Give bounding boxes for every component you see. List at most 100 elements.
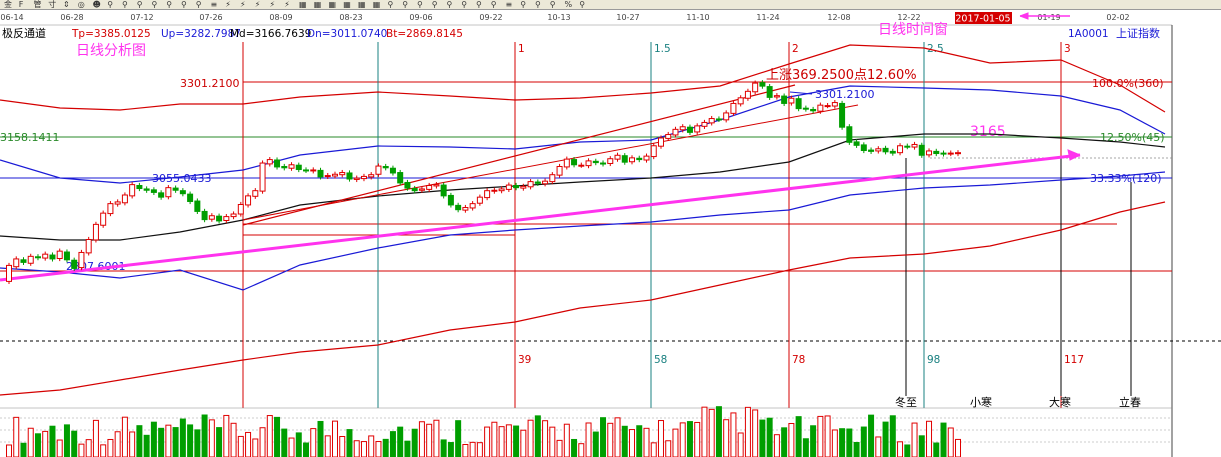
solar-term-label: 立春	[1119, 395, 1141, 409]
candle-body	[136, 185, 143, 190]
volume-bar	[788, 422, 795, 457]
candle-body	[831, 102, 838, 107]
volume-bar	[491, 421, 498, 457]
volume-bar	[382, 438, 389, 457]
candle-body	[418, 188, 425, 191]
candle-body	[513, 185, 520, 189]
volume-bar	[288, 437, 295, 457]
candle-body	[860, 144, 867, 152]
candle-body	[781, 95, 788, 104]
candle-body	[216, 215, 223, 222]
volume-bar	[274, 416, 281, 457]
candle-body	[918, 144, 925, 156]
candle-body	[230, 213, 237, 218]
date-axis-tick: 01-19	[1037, 13, 1060, 22]
volume-bar	[252, 438, 259, 457]
volume-bar	[63, 424, 70, 457]
level-3158-label: 3158.1411	[0, 131, 60, 144]
candle-body	[491, 189, 498, 192]
candle-body	[237, 204, 244, 215]
time-window-bottom-label: 117	[1064, 354, 1084, 366]
volume-bar	[324, 435, 331, 457]
header-tp: Tp=3385.0125	[71, 28, 151, 40]
time-window-bottom-label: 58	[654, 354, 667, 366]
volume-bar	[882, 421, 889, 457]
candle-body	[42, 253, 49, 259]
candle-body	[252, 190, 259, 197]
volume-bar	[592, 431, 599, 457]
time-window-top-label: 1	[518, 43, 525, 55]
volume-bar	[918, 435, 925, 457]
candle-body	[665, 134, 672, 139]
candle-body	[614, 154, 621, 160]
volume-bar	[933, 442, 940, 457]
candle-body	[121, 194, 128, 204]
date-axis-tick: 11-10	[686, 13, 709, 22]
candle-body	[498, 188, 505, 192]
level-3301-label: 3301.2100	[180, 77, 240, 90]
volume-bar	[418, 421, 425, 457]
candle-body	[411, 188, 418, 192]
volume-bar	[955, 438, 961, 457]
volume-bar	[92, 419, 99, 457]
candle-body	[353, 177, 360, 180]
volume-bar	[230, 422, 237, 457]
date-axis-tick: 12-08	[827, 13, 850, 22]
volume-bar	[810, 425, 817, 457]
volume-bar	[897, 441, 904, 457]
time-window-bottom-label: 98	[927, 354, 940, 366]
candle-body	[404, 181, 411, 189]
volume-bar	[600, 417, 607, 457]
volume-bar	[947, 427, 954, 457]
band-top-red	[0, 44, 1166, 113]
candle-body	[542, 180, 549, 185]
date-axis-tick: 07-26	[199, 13, 222, 22]
candle-body	[274, 159, 281, 168]
volume-bar	[447, 442, 454, 457]
candle-body	[563, 158, 570, 168]
candle-body	[368, 174, 375, 178]
volume-bar	[317, 420, 324, 457]
date-axis-tick: 09-06	[409, 13, 432, 22]
volume-bar	[904, 444, 911, 457]
candle-body	[824, 105, 831, 108]
candle-body	[520, 185, 527, 189]
candle-body	[527, 181, 534, 188]
candle-body	[802, 107, 809, 110]
date-axis-tick: 02-02	[1106, 13, 1129, 22]
volume-bar	[165, 424, 172, 457]
candle-body	[150, 189, 157, 193]
candle-body	[92, 223, 99, 241]
candle-body	[266, 159, 273, 165]
volume-bar	[346, 429, 353, 457]
volume-bar	[121, 416, 128, 457]
candle-body	[455, 204, 462, 211]
indicator-name: 极反通道	[2, 26, 46, 40]
daily-analysis-title: 日线分析图	[76, 43, 146, 59]
candle-body	[650, 145, 657, 158]
volume-bar	[433, 419, 440, 457]
date-axis-tick: 07-12	[130, 13, 153, 22]
candle-body	[78, 251, 85, 269]
volume-bar	[752, 409, 759, 457]
candle-body	[310, 169, 317, 172]
candle-body	[360, 175, 367, 180]
candle-body	[882, 147, 889, 153]
candle-body	[447, 194, 454, 206]
solar-term-label: 大寒	[1049, 395, 1071, 409]
high-annotation: 3301.2100	[815, 88, 875, 101]
volume-bar	[868, 414, 875, 457]
volume-bar	[773, 434, 780, 457]
volume-bar	[310, 428, 317, 457]
date-axis-tick: 10-27	[616, 13, 639, 22]
volume-bar	[266, 415, 273, 457]
candle-body	[759, 82, 766, 87]
volume-bar	[665, 440, 672, 457]
volume-bar	[650, 442, 657, 457]
volume-bar	[563, 423, 570, 457]
volume-bar	[49, 425, 56, 457]
candle-body	[194, 200, 201, 212]
volume-bar	[781, 427, 788, 457]
candle-body	[708, 118, 715, 124]
candle-body	[897, 145, 904, 154]
